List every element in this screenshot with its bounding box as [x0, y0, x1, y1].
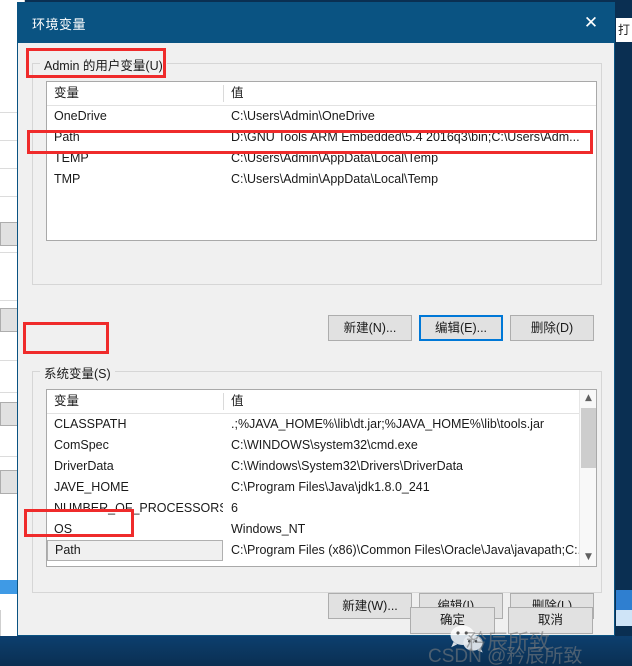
variable-value: C:\WINDOWS\system32\cmd.exe — [231, 438, 418, 452]
background-window-title-fragment: 打 — [616, 18, 632, 42]
user-edit-button[interactable]: 编辑(E)... — [419, 315, 503, 341]
variable-value: C:\Program Files\Java\jdk1.8.0_241 — [231, 480, 430, 494]
taskbar — [0, 636, 632, 666]
screen: 打 环境变量 ✕ Admin 的用户变量(U) 变量 值 OneDrive C:… — [0, 0, 632, 666]
table-row[interactable]: JAVE_HOME C:\Program Files\Java\jdk1.8.0… — [47, 477, 596, 498]
table-row[interactable]: DriverData C:\Windows\System32\Drivers\D… — [47, 456, 596, 477]
variable-value: D:\GNU Tools ARM Embedded\5.4 2016q3\bin… — [231, 130, 580, 144]
table-row[interactable]: TMP C:\Users\Admin\AppData\Local\Temp — [47, 169, 596, 190]
chevron-down-icon[interactable]: ▼ — [580, 549, 596, 566]
user-variables-legend: Admin 的用户变量(U) — [40, 55, 167, 74]
system-variables-legend: 系统变量(S) — [40, 363, 115, 382]
system-variables-rows: CLASSPATH .;%JAVA_HOME%\lib\dt.jar;%JAVA… — [47, 414, 596, 561]
variable-name: CLASSPATH — [54, 417, 127, 431]
table-row[interactable]: Path D:\GNU Tools ARM Embedded\5.4 2016q… — [47, 127, 596, 148]
table-row[interactable]: OS Windows_NT — [47, 519, 596, 540]
variable-name: Path — [54, 130, 80, 144]
title-bar: 环境变量 ✕ — [18, 3, 614, 43]
variable-value: C:\Program Files (x86)\Common Files\Orac… — [231, 543, 579, 557]
variable-name: DriverData — [54, 459, 114, 473]
dialog-client-area: Admin 的用户变量(U) 变量 值 OneDrive C:\Users\Ad… — [18, 43, 614, 635]
variable-name: OS — [54, 522, 73, 536]
environment-variables-dialog: 环境变量 ✕ Admin 的用户变量(U) 变量 值 OneDrive C:\U… — [17, 2, 615, 636]
variable-value: C:\Users\Admin\OneDrive — [231, 109, 375, 123]
variable-value: C:\Users\Admin\AppData\Local\Temp — [231, 172, 439, 186]
user-col-variable[interactable]: 变量 — [47, 82, 223, 105]
variable-name: JAVE_HOME — [54, 480, 129, 494]
close-icon[interactable]: ✕ — [568, 3, 614, 43]
user-variables-listview[interactable]: 变量 值 OneDrive C:\Users\Admin\OneDrive Pa… — [46, 81, 597, 241]
user-variables-header: 变量 值 — [47, 82, 596, 106]
system-variables-header: 变量 值 — [47, 390, 596, 414]
variable-name: OneDrive — [54, 109, 107, 123]
variable-value: .;%JAVA_HOME%\lib\dt.jar;%JAVA_HOME%\lib… — [231, 417, 545, 431]
user-delete-button[interactable]: 删除(D) — [510, 315, 594, 341]
chevron-up-icon[interactable]: ▲ — [580, 390, 596, 407]
system-variables-listview[interactable]: 变量 值 CLASSPATH .;%JAVA_HOME%\lib\dt.jar;… — [46, 389, 597, 567]
ok-button[interactable]: 确定 — [410, 607, 495, 634]
table-row[interactable]: TEMP C:\Users\Admin\AppData\Local\Temp — [47, 148, 596, 169]
variable-value: 6 — [231, 501, 238, 515]
variable-value: Windows_NT — [231, 522, 306, 536]
variable-name: TMP — [54, 172, 81, 186]
window-title: 环境变量 — [32, 17, 87, 32]
table-row-selected[interactable]: Path C:\Program Files (x86)\Common Files… — [47, 540, 596, 561]
table-row[interactable]: ComSpec C:\WINDOWS\system32\cmd.exe — [47, 435, 596, 456]
system-col-value[interactable]: 值 — [224, 390, 579, 413]
system-col-variable[interactable]: 变量 — [47, 390, 223, 413]
background-window-highlight-row — [616, 590, 632, 610]
variable-name: TEMP — [54, 151, 89, 165]
scrollbar-thumb[interactable] — [581, 408, 596, 468]
variable-name: ComSpec — [54, 438, 109, 452]
user-variables-rows: OneDrive C:\Users\Admin\OneDrive Path D:… — [47, 106, 596, 190]
variable-value: C:\Users\Admin\AppData\Local\Temp — [231, 151, 439, 165]
background-window-highlight-row-2 — [616, 610, 632, 626]
system-variables-scrollbar[interactable]: ▲ ▼ — [579, 390, 596, 566]
variable-name: Path — [47, 540, 223, 561]
table-row[interactable]: OneDrive C:\Users\Admin\OneDrive — [47, 106, 596, 127]
variable-name: NUMBER_OF_PROCESSORS — [54, 501, 223, 515]
table-row[interactable]: NUMBER_OF_PROCESSORS 6 — [47, 498, 596, 519]
system-new-button[interactable]: 新建(W)... — [328, 593, 412, 619]
variable-value: C:\Windows\System32\Drivers\DriverData — [231, 459, 463, 473]
table-row[interactable]: CLASSPATH .;%JAVA_HOME%\lib\dt.jar;%JAVA… — [47, 414, 596, 435]
user-col-value[interactable]: 值 — [224, 82, 596, 105]
user-new-button[interactable]: 新建(N)... — [328, 315, 412, 341]
cancel-button[interactable]: 取消 — [508, 607, 593, 634]
